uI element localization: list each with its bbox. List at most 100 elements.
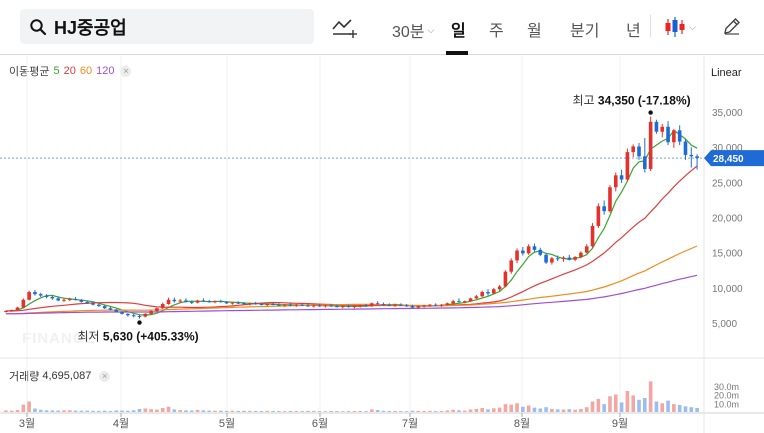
candle-body [201, 300, 206, 302]
candle-body [277, 304, 281, 306]
candle-body [178, 300, 182, 302]
volume-bar [346, 411, 351, 412]
volume-bar [9, 410, 14, 412]
volume-bar [288, 410, 293, 412]
volume-bar [497, 407, 502, 412]
price-tick-label: 25,000 [712, 178, 743, 189]
candle-body [50, 296, 55, 299]
candle-body [422, 305, 426, 307]
volume-bar [480, 408, 484, 412]
volume-bar [143, 408, 148, 412]
candle-body [195, 300, 200, 303]
date-tick-label: 8월 [514, 417, 530, 430]
volume-bar [410, 410, 415, 412]
volume-bar [38, 409, 43, 412]
volume-bar [33, 408, 37, 412]
volume-bar [4, 410, 8, 412]
candle-body [584, 246, 589, 253]
volume-bar [590, 401, 595, 412]
volume-bar [230, 410, 235, 412]
low-price-label: 최저 5,630 (+405.33%) [77, 330, 198, 344]
volume-bar [15, 410, 20, 412]
volume-bar [329, 411, 333, 412]
volume-bar [166, 406, 171, 412]
volume-bar [584, 407, 589, 412]
candle-body [393, 304, 397, 306]
candle-body [561, 257, 566, 259]
candle-body [108, 308, 113, 310]
volume-bar [404, 411, 409, 412]
volume-bar [666, 400, 670, 412]
candle-body [242, 303, 246, 305]
volume-bar [364, 411, 368, 412]
date-tick-label: 5월 [219, 417, 235, 430]
volume-bar [44, 410, 49, 412]
volume-bar [27, 401, 31, 412]
candle-body [573, 256, 577, 260]
volume-bar [358, 410, 363, 412]
candle-body [155, 308, 159, 312]
volume-bar [102, 410, 107, 412]
volume-bar [352, 411, 357, 412]
volume-bar [56, 410, 60, 412]
candle-body [544, 254, 548, 263]
volume-bar [457, 410, 461, 412]
volume-bar [97, 410, 101, 412]
volume-bar [596, 398, 601, 412]
price-tick-label: 5,000 [712, 319, 737, 330]
volume-bar [126, 410, 130, 412]
candle-body [428, 304, 432, 306]
candle-body [73, 299, 78, 301]
price-tick-label: 10,000 [712, 284, 743, 295]
volume-bar [468, 409, 473, 412]
candle-body [352, 306, 357, 308]
candle-body [44, 295, 49, 297]
volume-bar [155, 409, 159, 412]
candle-body [567, 257, 572, 260]
date-tick-label: 7월 [402, 417, 418, 430]
candle-body [137, 315, 142, 317]
volume-bar [625, 391, 630, 412]
volume-bar [370, 409, 374, 412]
date-axis: 3월 4월 5월 6월 7월 8월 9월 [19, 413, 628, 430]
candle-body [666, 126, 670, 143]
volume-bar [149, 409, 153, 412]
volume-bar [492, 408, 496, 412]
volume-bar [422, 411, 426, 412]
price-chart[interactable]: FINANCE 5,00010,00015,00020,00025,00030,… [0, 0, 764, 433]
volume-bar [544, 407, 548, 412]
candle-body [126, 313, 130, 316]
candle-body [85, 301, 90, 304]
candle-body [56, 298, 60, 301]
candle-body [172, 299, 177, 302]
volume-bar [114, 410, 119, 412]
volume-bar [451, 409, 455, 412]
volume-bar [172, 409, 177, 412]
candle-body [248, 303, 252, 305]
volume-bar [340, 411, 345, 412]
candle-body [375, 303, 380, 305]
candle-body [340, 306, 345, 308]
volume-bar [526, 405, 531, 412]
candle-body [433, 304, 438, 306]
candle-body [590, 225, 595, 247]
candle-body [102, 306, 107, 309]
candle-body [654, 121, 659, 132]
volume-bar [555, 409, 560, 412]
volume-bar [306, 410, 310, 412]
volume-bar [695, 407, 699, 412]
volume-bar [561, 409, 566, 412]
volume-bar [439, 411, 444, 412]
date-tick-label: 3월 [19, 417, 35, 430]
volume-bar [445, 410, 450, 412]
volume-bar [393, 411, 397, 412]
current-price-label: 28,450 [713, 154, 744, 165]
volume-bar [672, 404, 676, 412]
candle-body [120, 311, 124, 314]
candle-body [114, 309, 119, 312]
candle-body [346, 306, 351, 308]
candle-body [370, 303, 374, 307]
candle-body [451, 301, 455, 304]
candle-body [619, 175, 624, 180]
volume-bar [462, 410, 467, 412]
